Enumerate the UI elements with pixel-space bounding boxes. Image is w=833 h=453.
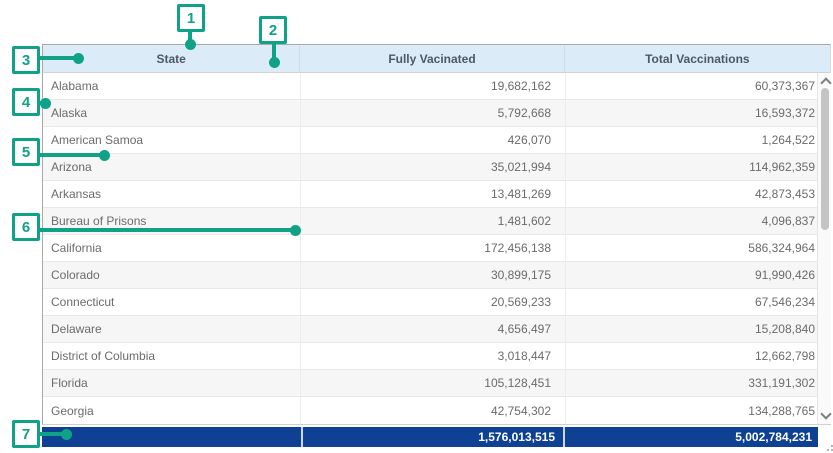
row-fully-vacinated-cell[interactable]: 4,656,497 xyxy=(301,316,566,342)
row-fully-vacinated-cell[interactable]: 19,682,162 xyxy=(301,73,566,99)
table-row[interactable]: American Samoa426,0701,264,522 xyxy=(43,127,831,154)
attribute-table: State Fully Vacinated Total Vaccinations… xyxy=(42,44,831,425)
table-row[interactable]: Delaware4,656,49715,208,840 xyxy=(43,316,831,343)
row-state-cell[interactable]: Alabama xyxy=(43,73,301,99)
table-row[interactable]: Colorado30,899,17591,990,426 xyxy=(43,262,831,289)
callout-box-7: 7 xyxy=(12,420,40,448)
row-total-vaccinations-cell[interactable]: 42,873,453 xyxy=(566,181,831,207)
row-total-vaccinations-cell[interactable]: 15,208,840 xyxy=(566,316,831,342)
row-state-cell[interactable]: California xyxy=(43,235,301,261)
row-fully-vacinated-cell[interactable]: 3,018,447 xyxy=(301,343,566,369)
row-fully-vacinated-cell[interactable]: 30,899,175 xyxy=(301,262,566,288)
resize-handle-icon[interactable] xyxy=(824,443,833,451)
row-total-vaccinations-cell[interactable]: 134,288,765 xyxy=(566,397,831,424)
row-total-vaccinations-cell[interactable]: 1,264,522 xyxy=(566,127,831,153)
row-fully-vacinated-cell[interactable]: 105,128,451 xyxy=(301,370,566,396)
column-header-state[interactable]: State xyxy=(43,45,300,72)
table-row[interactable]: Alaska5,792,66816,593,372 xyxy=(43,100,831,127)
row-fully-vacinated-cell[interactable]: 42,754,302 xyxy=(301,397,566,424)
table-row[interactable]: Arkansas13,481,26942,873,453 xyxy=(43,181,831,208)
table-header-row: State Fully Vacinated Total Vaccinations xyxy=(42,44,831,73)
vertical-scrollbar[interactable] xyxy=(817,73,831,424)
row-state-cell[interactable]: Bureau of Prisons xyxy=(43,208,301,234)
row-state-cell[interactable]: Alaska xyxy=(43,100,301,126)
row-fully-vacinated-cell[interactable]: 13,481,269 xyxy=(301,181,566,207)
row-fully-vacinated-cell[interactable]: 172,456,138 xyxy=(301,235,566,261)
table-row[interactable]: Connecticut20,569,23367,546,234 xyxy=(43,289,831,316)
callout-box-3: 3 xyxy=(12,46,40,74)
callout-box-5: 5 xyxy=(12,138,40,166)
row-total-vaccinations-cell[interactable]: 16,593,372 xyxy=(566,100,831,126)
column-header-fully-vacinated[interactable]: Fully Vacinated xyxy=(300,45,564,72)
row-fully-vacinated-cell[interactable]: 426,070 xyxy=(301,127,566,153)
callout-line-1 xyxy=(188,30,192,44)
callout-box-4: 4 xyxy=(12,88,40,116)
scrollbar-thumb[interactable] xyxy=(821,88,829,230)
scroll-down-icon[interactable] xyxy=(820,408,831,419)
column-header-total-vaccinations[interactable]: Total Vaccinations xyxy=(565,45,830,72)
callout-box-6: 6 xyxy=(12,213,40,241)
row-total-vaccinations-cell[interactable]: 586,324,964 xyxy=(566,235,831,261)
row-state-cell[interactable]: Florida xyxy=(43,370,301,396)
table-row[interactable]: Bureau of Prisons1,481,6024,096,837 xyxy=(43,208,831,235)
table-row[interactable]: Alabama19,682,16260,373,367 xyxy=(43,73,831,100)
row-state-cell[interactable]: District of Columbia xyxy=(43,343,301,369)
table-row[interactable]: Arizona35,021,994114,962,359 xyxy=(43,154,831,181)
row-state-cell[interactable]: Connecticut xyxy=(43,289,301,315)
callout-box-1: 1 xyxy=(177,4,205,32)
row-state-cell[interactable]: Georgia xyxy=(43,397,301,424)
row-total-vaccinations-cell[interactable]: 12,662,798 xyxy=(566,343,831,369)
row-fully-vacinated-cell[interactable]: 5,792,668 xyxy=(301,100,566,126)
table-row[interactable]: Florida105,128,451331,191,302 xyxy=(43,370,831,397)
row-total-vaccinations-cell[interactable]: 114,962,359 xyxy=(566,154,831,180)
row-total-vaccinations-cell[interactable]: 91,990,426 xyxy=(566,262,831,288)
table-row[interactable]: California172,456,138586,324,964 xyxy=(43,235,831,262)
row-state-cell[interactable]: Arizona xyxy=(43,154,301,180)
summary-row: 1,576,013,515 5,002,784,231 xyxy=(42,427,818,447)
row-total-vaccinations-cell[interactable]: 67,546,234 xyxy=(566,289,831,315)
row-total-vaccinations-cell[interactable]: 331,191,302 xyxy=(566,370,831,396)
callout-box-2: 2 xyxy=(259,16,287,44)
table-row[interactable]: District of Columbia3,018,44712,662,798 xyxy=(43,343,831,370)
table-body: Alabama19,682,16260,373,367Alaska5,792,6… xyxy=(42,73,831,425)
row-total-vaccinations-cell[interactable]: 4,096,837 xyxy=(566,208,831,234)
table-row[interactable]: Georgia42,754,302134,288,765 xyxy=(43,397,831,424)
scroll-up-icon[interactable] xyxy=(820,77,831,88)
row-fully-vacinated-cell[interactable]: 1,481,602 xyxy=(301,208,566,234)
summary-total-vaccinations-total: 5,002,784,231 xyxy=(563,427,818,447)
row-state-cell[interactable]: American Samoa xyxy=(43,127,301,153)
row-fully-vacinated-cell[interactable]: 20,569,233 xyxy=(301,289,566,315)
row-state-cell[interactable]: Colorado xyxy=(43,262,301,288)
summary-fully-vacinated-total: 1,576,013,515 xyxy=(301,427,563,447)
row-fully-vacinated-cell[interactable]: 35,021,994 xyxy=(301,154,566,180)
row-state-cell[interactable]: Arkansas xyxy=(43,181,301,207)
row-total-vaccinations-cell[interactable]: 60,373,367 xyxy=(566,73,831,99)
row-state-cell[interactable]: Delaware xyxy=(43,316,301,342)
summary-state-cell xyxy=(42,427,301,447)
